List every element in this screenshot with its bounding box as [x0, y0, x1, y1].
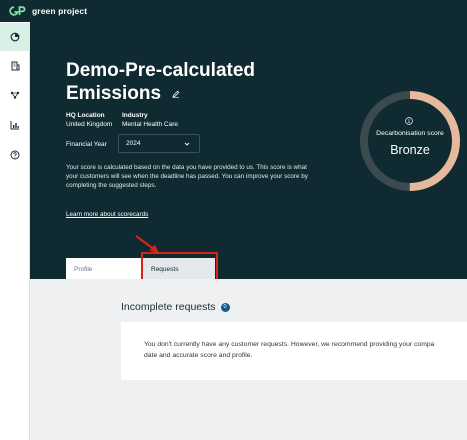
hq-location-value: United Kingdom [66, 121, 113, 128]
financial-year-value: 2024 [126, 140, 141, 147]
app-name: green project [32, 6, 88, 16]
logo-icon [9, 6, 26, 16]
top-bar: green project [0, 0, 467, 22]
financial-year-label: Financial Year [66, 141, 107, 148]
incomplete-requests-heading: Incomplete requests 0 [121, 301, 230, 313]
company-name: Demo-Pre-calculated Emissions [66, 60, 256, 104]
page-title: Demo-Pre-calculated Emissions [66, 59, 296, 105]
industry-value: Mental Health Care [122, 121, 178, 128]
bar-chart-icon [10, 121, 19, 130]
help-icon [10, 150, 20, 160]
score-description: Your score is calculated based on the da… [66, 164, 308, 189]
decarbonisation-score-gauge [360, 91, 460, 191]
sidebar-item-help[interactable] [0, 141, 30, 169]
scorecard-header: Demo-Pre-calculated Emissions HQ Locatio… [30, 22, 467, 280]
score-label: Decarbonisation score [376, 130, 444, 137]
incomplete-requests-title: Incomplete requests [121, 301, 216, 313]
sidebar-item-supply-chain[interactable] [0, 81, 30, 109]
sidebar [0, 22, 30, 440]
learn-more-link[interactable]: Learn more about scorecards [66, 211, 148, 218]
request-count-badge: 0 [220, 302, 230, 312]
financial-year-select[interactable]: 2024 [118, 134, 200, 153]
industry-label: Industry [122, 112, 148, 119]
edit-icon[interactable] [172, 90, 180, 98]
tab-profile-label: Profile [74, 265, 93, 273]
chevron-down-icon [184, 142, 190, 146]
sidebar-item-company[interactable] [0, 52, 30, 80]
score-value: Bronze [390, 143, 430, 157]
building-icon [11, 61, 20, 71]
industry: Industry Mental Health Care [122, 111, 178, 129]
dashboard-icon [10, 32, 20, 42]
empty-requests-card: You don't currently have any customer re… [121, 322, 467, 380]
sidebar-item-reports[interactable] [0, 111, 30, 139]
empty-message-line-1: You don't currently have any customer re… [144, 341, 435, 348]
app-logo[interactable]: green project [8, 5, 87, 17]
hq-location: HQ Location United Kingdom [66, 111, 112, 129]
tab-profile[interactable]: Profile [66, 258, 142, 280]
sidebar-item-dashboard[interactable] [0, 23, 30, 51]
requests-panel: Incomplete requests 0 You don't currentl… [30, 279, 467, 440]
info-icon[interactable] [405, 117, 413, 125]
network-icon [10, 91, 20, 99]
hq-location-label: HQ Location [66, 112, 105, 119]
empty-message-line-2: date and accurate score and profile. [144, 352, 253, 359]
